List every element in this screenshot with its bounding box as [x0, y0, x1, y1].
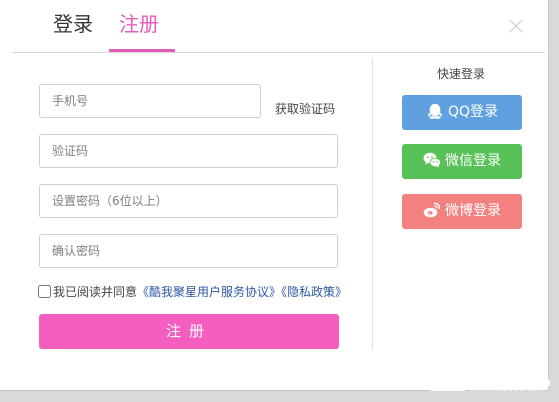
- header-divider: [13, 52, 545, 53]
- watermark-logo: [431, 346, 550, 391]
- get-verification-code-button[interactable]: 获取验证码: [275, 100, 335, 117]
- qq-icon: [428, 103, 442, 119]
- agreement-checkbox[interactable]: [38, 285, 51, 298]
- qq-login-button[interactable]: QQ登录: [402, 95, 522, 130]
- password-input[interactable]: [39, 184, 338, 218]
- wechat-login-button[interactable]: 微信登录: [402, 144, 522, 179]
- register-dialog: 登录 注册 获取验证码 我已阅读并同意《酷我聚星用户服务协议》《隐私政策》 注册…: [0, 0, 548, 390]
- panel-divider: [372, 58, 373, 350]
- close-icon[interactable]: [505, 15, 527, 37]
- privacy-policy-link[interactable]: 《隐私政策》: [281, 285, 347, 299]
- phone-input[interactable]: [39, 84, 261, 118]
- verification-code-input[interactable]: [39, 134, 338, 168]
- wechat-login-label: 微信登录: [445, 153, 501, 169]
- register-button[interactable]: 注册: [39, 314, 339, 349]
- service-agreement-link[interactable]: 《酷我聚星用户服务协议》: [137, 285, 281, 299]
- wechat-icon: [423, 152, 441, 168]
- weibo-login-button[interactable]: 微博登录: [402, 194, 522, 229]
- quick-login-title: 快速登录: [437, 67, 486, 81]
- agreement-text: 我已阅读并同意: [53, 285, 138, 299]
- confirm-password-input[interactable]: [39, 234, 338, 268]
- tab-register[interactable]: 注册: [119, 10, 159, 38]
- tab-login[interactable]: 登录: [53, 10, 93, 38]
- agreement-row: 我已阅读并同意《酷我聚星用户服务协议》《隐私政策》: [38, 284, 347, 300]
- watermark-url: www.xiazaiba.com: [470, 384, 545, 393]
- weibo-icon: [423, 202, 440, 218]
- weibo-login-label: 微博登录: [445, 203, 501, 219]
- qq-login-label: QQ登录: [447, 104, 499, 120]
